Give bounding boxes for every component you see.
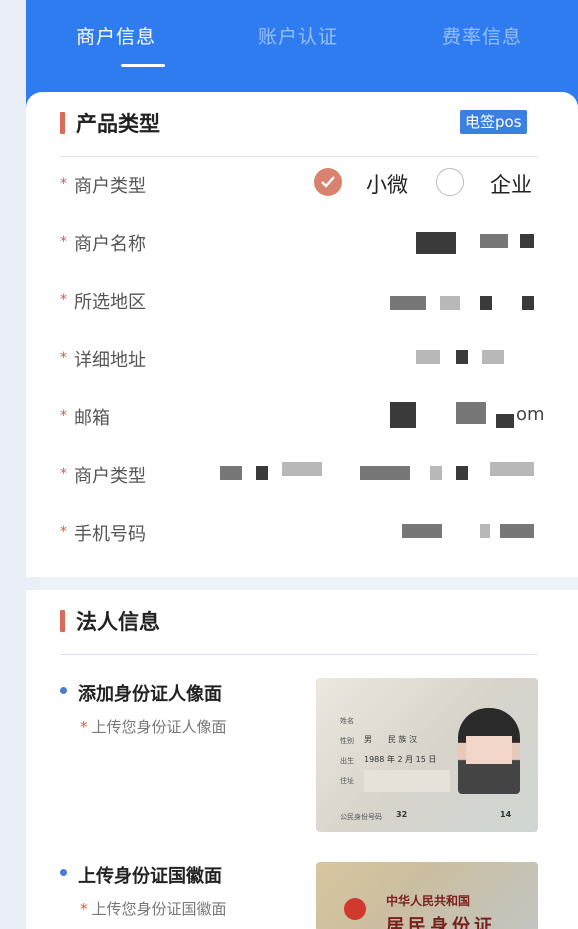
bullet-icon [60,869,67,876]
id-label-number: 公民身份号码 [340,813,382,821]
radio-enterprise[interactable] [436,168,464,196]
required-mark: * [60,292,67,308]
redacted-value [522,296,534,310]
required-mark: * [80,718,88,736]
id-back-title: 居民身份证 [386,916,496,929]
radio-micro-label[interactable]: 小微 [366,169,408,199]
upload-id-front-hint: * 上传您身份证人像面 [80,716,227,737]
merchant-info-card: 产品类型 电签pos * 商户类型 小微 企业 * 商户名称 * 所选地区 * … [26,92,578,577]
redacted-value [360,466,410,480]
radio-enterprise-label[interactable]: 企业 [490,169,532,199]
product-section-title: 产品类型 [76,112,160,136]
section-accent-bar [60,610,65,632]
redacted-value [456,466,468,480]
form-row-merchant-name[interactable]: * 商户名称 [60,230,538,260]
field-label: 手机号码 [74,524,146,545]
required-mark: * [60,350,67,366]
redacted-value [500,524,534,538]
redacted-value [480,524,490,538]
field-label: 邮箱 [74,408,110,429]
redacted-value [220,466,242,480]
redacted-value [490,462,534,476]
id-label-name: 姓名 [340,717,354,725]
id-label-birth: 出生 [340,757,354,765]
app-frame: 商户信息 账户认证 费率信息 产品类型 电签pos * 商户类型 小微 企业 *… [0,0,578,929]
merchant-type-radio-group: 小微 企业 [314,168,538,202]
redacted-value [416,232,456,254]
tab-merchant-info[interactable]: 商户信息 [76,22,156,49]
id-ethnicity: 民 族 汉 [388,735,418,744]
redacted-value [416,350,440,364]
upload-id-back-hint: * 上传您身份证国徽面 [80,898,227,919]
upload-id-back-label: 上传身份证国徽面 [78,866,222,887]
id-number-prefix: 32 [396,810,408,819]
face-mask [466,736,512,764]
form-row-phone[interactable]: * 手机号码 [60,520,538,550]
required-mark: * [60,408,67,424]
id-back-country: 中华人民共和国 [386,894,471,908]
field-label: 商户类型 [74,176,146,197]
check-icon [321,176,335,188]
redacted-value [496,414,514,428]
redacted-value [456,350,468,364]
national-emblem-icon [344,898,366,920]
required-mark: * [80,900,88,918]
bullet-icon [60,687,67,694]
redacted-value [390,296,426,310]
required-mark: * [60,176,67,192]
redacted-value [482,350,504,364]
required-mark: * [60,524,67,540]
email-visible-suffix: om [516,404,545,425]
product-badge: 电签pos [460,110,527,134]
field-label: 商户类型 [74,466,146,487]
id-label-address: 住址 [340,777,354,785]
id-card-back-image[interactable]: 中华人民共和国 居民身份证 [316,862,538,929]
id-number-suffix: 14 [500,810,512,819]
redacted-value [282,462,322,476]
section-divider [60,654,538,655]
form-row-merchant-type: * 商户类型 小微 企业 [60,168,538,202]
redacted-value [390,402,416,428]
id-birth: 1988 年 2 月 15 日 [364,755,437,764]
form-row-merchant-category[interactable]: * 商户类型 [60,462,538,492]
upload-id-front-label: 添加身份证人像面 [78,684,222,705]
legal-section-title: 法人信息 [76,610,160,634]
form-row-address[interactable]: * 详细地址 [60,346,538,376]
id-gender: 男 [364,735,372,744]
redacted-address [364,770,450,792]
redacted-value [480,296,492,310]
active-tab-indicator [121,64,165,67]
redacted-value [520,234,534,248]
redacted-value [402,524,442,538]
redacted-value [480,234,508,248]
redacted-value [440,296,460,310]
tab-account-verification[interactable]: 账户认证 [258,22,338,49]
field-label: 详细地址 [74,350,146,371]
redacted-value [256,466,268,480]
id-card-front-image[interactable]: 姓名 性别 男 民 族 汉 出生 1988 年 2 月 15 日 住址 公民身份… [316,678,538,832]
radio-micro[interactable] [314,168,342,196]
required-mark: * [60,466,67,482]
form-row-region[interactable]: * 所选地区 [60,288,538,318]
required-mark: * [60,234,67,250]
section-accent-bar [60,112,65,134]
field-label: 所选地区 [74,292,146,313]
tab-rate-info[interactable]: 费率信息 [442,22,522,49]
redacted-value [430,466,442,480]
legal-person-card: 法人信息 添加身份证人像面 * 上传您身份证人像面 姓名 性别 男 民 族 汉 出… [26,590,578,929]
field-label: 商户名称 [74,234,146,255]
hint-text: 上传您身份证国徽面 [91,900,227,918]
hint-text: 上传您身份证人像面 [91,718,227,736]
id-label-gender: 性别 [340,737,354,745]
section-divider [60,156,538,157]
redacted-value [456,402,486,424]
form-row-email[interactable]: * 邮箱 om [60,402,545,434]
